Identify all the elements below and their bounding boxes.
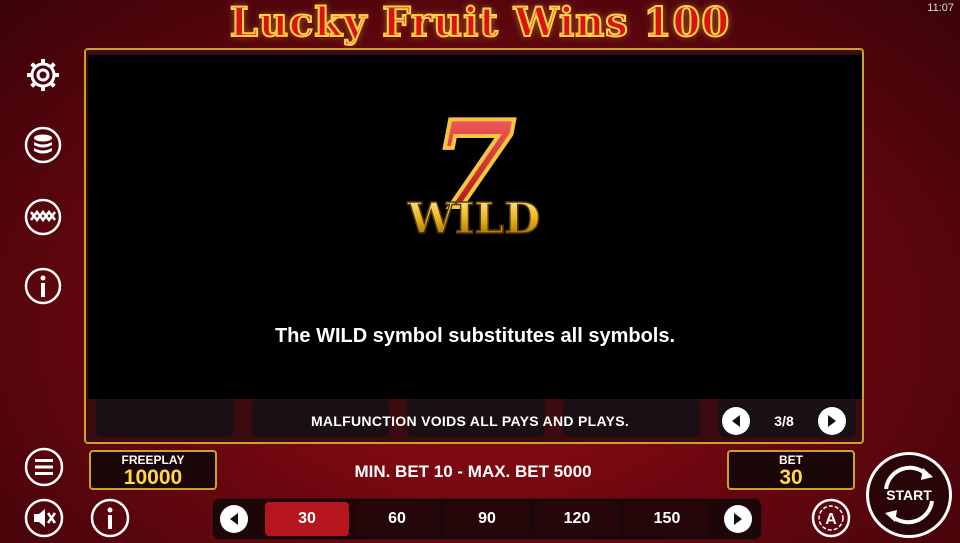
settings-button[interactable] bbox=[24, 56, 62, 94]
info-button[interactable] bbox=[24, 267, 62, 305]
paytable-icon bbox=[24, 198, 62, 236]
page-navigator: 3/8 bbox=[722, 406, 846, 436]
bet-option[interactable]: 60 bbox=[355, 502, 439, 536]
bet-option[interactable]: 120 bbox=[535, 502, 619, 536]
svg-text:A: A bbox=[825, 511, 837, 528]
freeplay-value: 10000 bbox=[123, 466, 183, 489]
start-button[interactable]: START bbox=[866, 452, 952, 538]
bet-option[interactable]: 150 bbox=[625, 502, 709, 536]
bet-display: BET 30 bbox=[727, 450, 855, 490]
malfunction-notice: MALFUNCTION VOIDS ALL PAYS AND PLAYS. bbox=[310, 413, 630, 429]
paytable-button[interactable] bbox=[24, 198, 62, 236]
wild-description: The WILD symbol substitutes all symbols. bbox=[274, 325, 676, 347]
freeplay-display: FREEPLAY 10000 bbox=[89, 450, 217, 490]
info-icon bbox=[90, 498, 130, 538]
bet-decrease-circle bbox=[220, 505, 248, 533]
bet-decrease-button[interactable] bbox=[218, 503, 250, 535]
autoplay-icon: A bbox=[811, 498, 851, 538]
coins-button[interactable] bbox=[24, 126, 62, 164]
chevron-right-icon bbox=[734, 513, 742, 525]
info-icon bbox=[24, 267, 62, 305]
prev-page-button[interactable] bbox=[722, 407, 750, 435]
wild-word: WILD bbox=[407, 194, 541, 243]
coins-icon bbox=[24, 126, 62, 164]
page-indicator: 3/8 bbox=[774, 413, 794, 429]
chevron-right-icon bbox=[828, 415, 836, 427]
bet-limits: MIN. BET 10 - MAX. BET 5000 bbox=[354, 462, 592, 481]
bet-option[interactable]: 90 bbox=[445, 502, 529, 536]
bet-increase-button[interactable] bbox=[722, 503, 754, 535]
sound-muted-icon bbox=[24, 498, 64, 538]
bet-increase-circle bbox=[724, 505, 752, 533]
chevron-left-icon bbox=[732, 415, 740, 427]
bet-option[interactable]: 30 bbox=[265, 502, 349, 536]
bet-value: 30 bbox=[779, 466, 803, 489]
next-page-button[interactable] bbox=[818, 407, 846, 435]
gear-icon bbox=[27, 59, 59, 91]
sound-toggle[interactable] bbox=[24, 498, 64, 538]
start-label: START bbox=[886, 487, 932, 503]
hamburger-icon bbox=[24, 447, 64, 487]
game-title: Lucky Fruit Wins 100 bbox=[229, 0, 731, 47]
chevron-left-icon bbox=[230, 513, 238, 525]
menu-button[interactable] bbox=[24, 447, 64, 487]
autoplay-button[interactable]: A bbox=[811, 498, 851, 538]
help-button[interactable] bbox=[90, 498, 130, 538]
